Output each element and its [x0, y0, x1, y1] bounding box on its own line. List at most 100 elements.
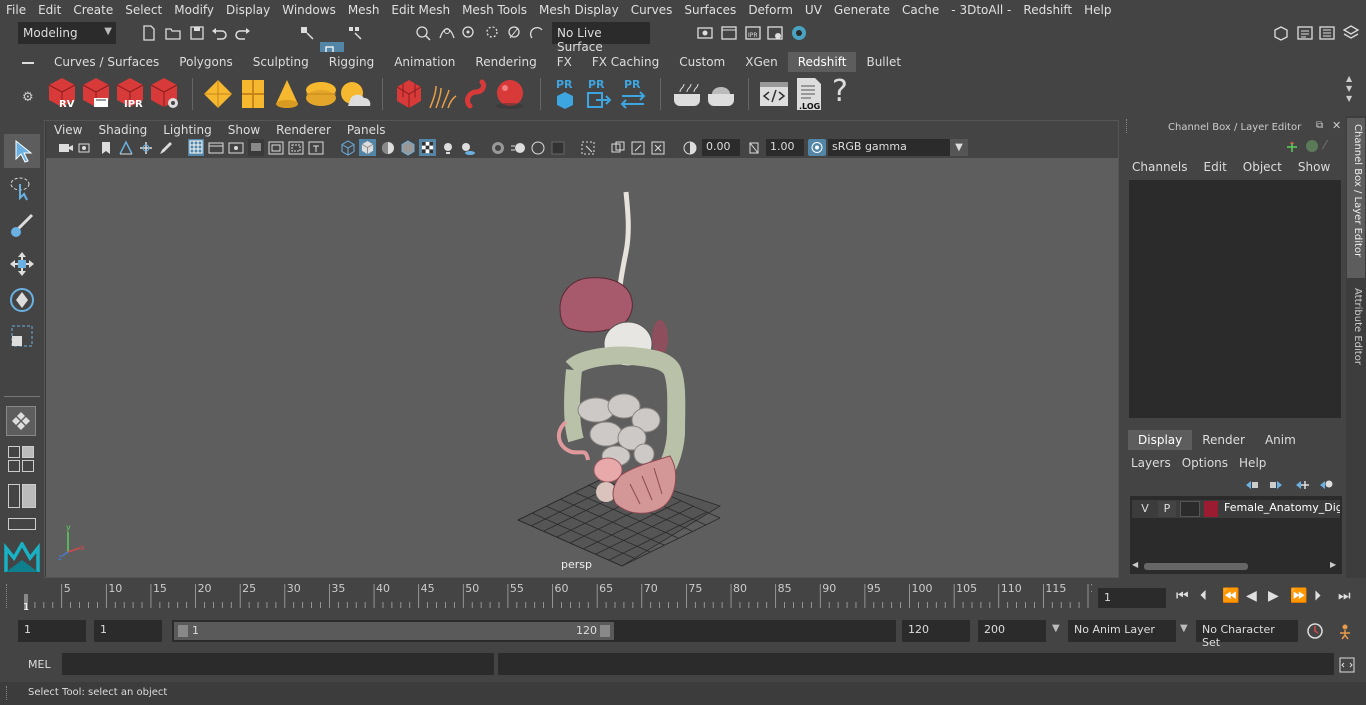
- layer-tab-display[interactable]: Display: [1128, 430, 1193, 450]
- playback-start-field[interactable]: 1: [94, 620, 162, 642]
- shelf-scroll-icon[interactable]: ▲ ▼ ▼: [1346, 74, 1352, 104]
- last-tool-button[interactable]: [6, 406, 36, 436]
- current-frame-field[interactable]: 1: [1098, 588, 1166, 608]
- close-panel-icon[interactable]: ✕: [1332, 119, 1341, 132]
- menu-redshift[interactable]: Redshift: [1017, 3, 1078, 17]
- chevron-down-icon[interactable]: ▼: [1052, 623, 1060, 634]
- open-scene-icon[interactable]: [164, 24, 182, 42]
- redshift-hair-icon[interactable]: [426, 78, 458, 110]
- go-to-end-icon[interactable]: ⏭: [1338, 588, 1351, 604]
- redshift-volume-icon[interactable]: [394, 78, 424, 110]
- viewport-menu-view[interactable]: View: [46, 123, 90, 137]
- shelf-tab-bullet[interactable]: Bullet: [856, 52, 912, 72]
- menu-curves[interactable]: Curves: [625, 3, 679, 17]
- layer-color-swatch[interactable]: [1204, 501, 1218, 517]
- redshift-sun-light-icon[interactable]: [338, 78, 372, 110]
- new-empty-layer-icon[interactable]: [1294, 478, 1310, 492]
- command-language-label[interactable]: MEL: [28, 658, 51, 671]
- tool-settings-icon[interactable]: [1318, 24, 1336, 42]
- image-plane-icon[interactable]: [118, 140, 134, 156]
- snap-point-icon[interactable]: [460, 24, 478, 42]
- float-panel-icon[interactable]: ⧉: [1316, 120, 1323, 131]
- move-tool-icon[interactable]: [8, 250, 36, 278]
- exposure-icon[interactable]: [682, 140, 698, 156]
- gamma-field[interactable]: 1.00: [766, 139, 804, 156]
- scrollbar-thumb[interactable]: [1144, 563, 1248, 570]
- redshift-curve-icon[interactable]: [462, 78, 494, 110]
- range-slider-handle[interactable]: 1 120: [174, 622, 614, 640]
- new-layer-from-selection-icon[interactable]: [1318, 478, 1334, 492]
- range-start-grip[interactable]: [178, 625, 188, 637]
- channel-box-move-icon[interactable]: [1284, 140, 1300, 154]
- default-material-icon[interactable]: [380, 140, 396, 156]
- render-view-settings-icon[interactable]: [766, 24, 784, 42]
- snap-curve-icon[interactable]: [438, 24, 456, 42]
- menu-edit-mesh[interactable]: Edit Mesh: [385, 3, 456, 17]
- render-settings-icon[interactable]: [696, 24, 714, 42]
- exposure-field[interactable]: 0.00: [702, 139, 740, 156]
- viewport-3d[interactable]: y x z persp: [46, 158, 1118, 577]
- menu-modify[interactable]: Modify: [168, 3, 220, 17]
- playback-end-field[interactable]: 120: [902, 620, 970, 642]
- snap-view-plane-icon[interactable]: [484, 24, 502, 42]
- tab-attribute-editor[interactable]: Attribute Editor: [1347, 284, 1365, 380]
- render-frame-icon[interactable]: [720, 24, 738, 42]
- mode-selector[interactable]: Modeling ▼: [18, 22, 116, 44]
- select-component-icon[interactable]: [346, 24, 364, 42]
- paint-select-icon[interactable]: [8, 212, 36, 240]
- menu-windows[interactable]: Windows: [276, 3, 342, 17]
- menu-surfaces[interactable]: Surfaces: [678, 3, 742, 17]
- snap-ortho-icon[interactable]: [528, 24, 546, 42]
- color-space-dropdown[interactable]: sRGB gamma: [828, 139, 968, 156]
- 2d-pan-zoom-icon[interactable]: [138, 140, 154, 156]
- select-hierarchy-icon[interactable]: [298, 24, 316, 42]
- safe-title-icon[interactable]: [308, 140, 324, 156]
- viewport-menu-show[interactable]: Show: [220, 123, 268, 137]
- modeling-toolkit-icon[interactable]: [1272, 24, 1290, 42]
- select-tool-button[interactable]: [4, 134, 40, 168]
- range-end-grip[interactable]: [600, 625, 610, 637]
- layer-name[interactable]: Female_Anatomy_Dige: [1224, 501, 1340, 514]
- rotate-tool-icon[interactable]: [8, 286, 36, 314]
- redshift-rv-icon[interactable]: RV: [46, 76, 78, 110]
- play-backwards-icon[interactable]: ◀: [1246, 588, 1257, 604]
- shelf-tab-redshift[interactable]: Redshift: [787, 52, 857, 72]
- channel-list[interactable]: [1129, 180, 1341, 418]
- menu-deform[interactable]: Deform: [742, 3, 799, 17]
- redshift-bake-icon[interactable]: [670, 80, 704, 108]
- xray-icon[interactable]: [610, 140, 626, 156]
- menu-generate[interactable]: Generate: [828, 3, 896, 17]
- move-layer-up-icon[interactable]: [1244, 478, 1260, 492]
- menu-mesh-tools[interactable]: Mesh Tools: [456, 3, 533, 17]
- tab-channel-box[interactable]: Channel Box / Layer Editor: [1347, 118, 1365, 278]
- time-slider[interactable]: 5 10 15 20 25 30 35 40 45 50 55 60 65 70 75 80 85 90 95 100…: [18, 580, 1092, 612]
- grease-pencil-icon[interactable]: [158, 140, 174, 156]
- film-gate-icon[interactable]: [208, 140, 224, 156]
- attribute-editor-icon[interactable]: [1296, 24, 1314, 42]
- redshift-settings-icon[interactable]: [148, 76, 182, 110]
- redshift-pr-object-icon[interactable]: PR: [552, 76, 578, 112]
- redshift-script-icon[interactable]: [758, 78, 790, 110]
- channel-box-icon[interactable]: [1342, 24, 1360, 42]
- viewport-menu-panels[interactable]: Panels: [339, 123, 394, 137]
- redshift-bake-set-icon[interactable]: [704, 80, 738, 108]
- menu-3dtoall[interactable]: - 3DtoAll -: [945, 3, 1017, 17]
- menu-cache[interactable]: Cache: [896, 3, 945, 17]
- screen-space-ao-icon[interactable]: [490, 140, 506, 156]
- redshift-ipr-icon[interactable]: IPR: [114, 76, 148, 110]
- scroll-right-icon[interactable]: ▶: [1330, 560, 1336, 569]
- layer-tab-render[interactable]: Render: [1192, 430, 1255, 450]
- menu-mesh[interactable]: Mesh: [342, 3, 386, 17]
- script-editor-icon[interactable]: [1338, 656, 1356, 674]
- play-forwards-icon[interactable]: ▶: [1268, 588, 1279, 604]
- command-input[interactable]: [62, 653, 494, 675]
- animation-preferences-icon[interactable]: [1336, 622, 1354, 640]
- range-slider[interactable]: 1 120: [172, 620, 896, 642]
- hypershade-icon[interactable]: [790, 24, 808, 42]
- smooth-shade-button[interactable]: [359, 139, 376, 156]
- lasso-tool-icon[interactable]: [8, 174, 36, 202]
- xray-components-icon[interactable]: [650, 140, 666, 156]
- menu-edit[interactable]: Edit: [32, 3, 67, 17]
- shelf-tab-custom[interactable]: Custom: [669, 52, 736, 72]
- channel-box-menu-show[interactable]: Show: [1292, 160, 1340, 176]
